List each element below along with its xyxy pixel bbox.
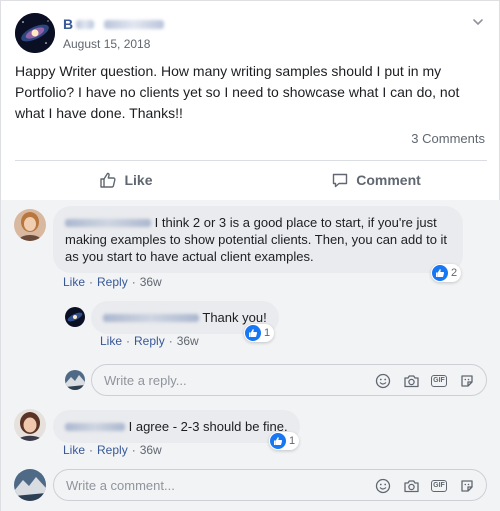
- replier-name-redacted: [103, 314, 199, 322]
- comment-bubble: I agree - 2-3 should be fine.: [53, 410, 300, 443]
- comments-count[interactable]: 3 Comments: [411, 131, 485, 146]
- chevron-down-icon[interactable]: [471, 15, 485, 29]
- reply-text: Thank you!: [202, 310, 267, 325]
- comment-reply-link[interactable]: Reply: [97, 275, 128, 289]
- like-reaction-icon: [432, 265, 448, 281]
- reaction-count[interactable]: 1: [244, 324, 275, 342]
- post-text: Happy Writer question. How many writing …: [15, 63, 460, 121]
- replier-avatar[interactable]: [65, 307, 85, 327]
- reply-time[interactable]: 36w: [177, 334, 199, 348]
- like-reaction-icon: [245, 325, 261, 341]
- reply-like-link[interactable]: Like: [100, 334, 122, 348]
- comments-section: I think 2 or 3 is a good place to start,…: [1, 200, 500, 511]
- comment-button-label: Comment: [356, 172, 421, 188]
- gif-icon[interactable]: GIF: [430, 372, 448, 390]
- post-header: B August 15, 2018: [15, 13, 165, 53]
- comment-reply-link[interactable]: Reply: [97, 443, 128, 457]
- comment-time[interactable]: 36w: [140, 275, 162, 289]
- reaction-count-value: 2: [451, 267, 458, 279]
- like-button[interactable]: Like: [1, 161, 251, 199]
- comment-bubble: I think 2 or 3 is a good place to start,…: [53, 206, 463, 273]
- comment-button[interactable]: Comment: [251, 161, 500, 199]
- reply-input[interactable]: Write a reply... GIF: [91, 364, 487, 396]
- camera-icon[interactable]: [402, 372, 420, 390]
- separator: ·: [168, 334, 173, 348]
- author-name-redacted: [104, 19, 165, 29]
- sticker-icon[interactable]: [458, 477, 476, 495]
- gif-label: GIF: [431, 375, 447, 387]
- comment-icon: [333, 173, 348, 188]
- comment-like-link[interactable]: Like: [63, 443, 85, 457]
- commenter-avatar[interactable]: [14, 209, 46, 241]
- reaction-count[interactable]: 2: [431, 264, 462, 282]
- author-initial: B: [63, 16, 74, 32]
- author-avatar[interactable]: [15, 13, 55, 53]
- commenter-name[interactable]: [65, 215, 151, 230]
- comment-input-placeholder: Write a comment...: [66, 477, 175, 493]
- comment-input[interactable]: Write a comment... GIF: [53, 469, 487, 501]
- comment-time[interactable]: 36w: [140, 443, 162, 457]
- comment-meta: Like · Reply · 36w: [63, 275, 162, 289]
- reply-reply-link[interactable]: Reply: [134, 334, 165, 348]
- comment-text: I agree - 2-3 should be fine.: [128, 419, 288, 434]
- current-user-avatar: [14, 469, 46, 501]
- separator: ·: [89, 443, 94, 457]
- sticker-icon[interactable]: [458, 372, 476, 390]
- camera-icon[interactable]: [402, 477, 420, 495]
- reaction-count-value: 1: [289, 435, 296, 447]
- separator: ·: [131, 443, 136, 457]
- gif-icon[interactable]: GIF: [430, 477, 448, 495]
- gif-label: GIF: [431, 480, 447, 492]
- separator: ·: [126, 334, 131, 348]
- reply-input-tools: GIF: [364, 372, 476, 390]
- post-actions: Like Comment: [1, 161, 500, 199]
- comment-meta: Like · Reply · 36w: [63, 443, 162, 457]
- commenter-avatar[interactable]: [14, 409, 46, 441]
- thumbs-up-icon: [100, 172, 117, 188]
- reply-input-placeholder: Write a reply...: [104, 372, 187, 388]
- reaction-count[interactable]: 1: [269, 432, 300, 450]
- reply-meta: Like · Reply · 36w: [100, 334, 199, 348]
- like-reaction-icon: [270, 433, 286, 449]
- author-name[interactable]: B: [63, 15, 165, 33]
- commenter-name[interactable]: [65, 419, 125, 434]
- emoji-icon[interactable]: [374, 372, 392, 390]
- post-card: B August 15, 2018 Happy Writer question.…: [0, 0, 500, 511]
- comment-input-tools: GIF: [364, 477, 476, 495]
- author-name-redacted: [76, 19, 95, 29]
- reaction-count-value: 1: [264, 327, 271, 339]
- emoji-icon[interactable]: [374, 477, 392, 495]
- separator: ·: [89, 275, 94, 289]
- post-date[interactable]: August 15, 2018: [63, 37, 164, 51]
- commenter-name-redacted: [65, 219, 151, 227]
- replier-name[interactable]: [103, 310, 199, 325]
- current-user-avatar: [65, 370, 85, 390]
- comment-like-link[interactable]: Like: [63, 275, 85, 289]
- separator: ·: [131, 275, 136, 289]
- commenter-name-redacted: [65, 423, 125, 431]
- like-button-label: Like: [124, 172, 153, 188]
